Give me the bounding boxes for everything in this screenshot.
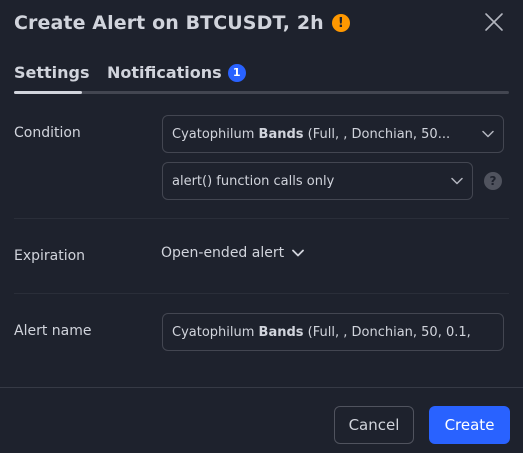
- warning-glyph: !: [337, 15, 344, 31]
- condition-label: Condition: [14, 125, 81, 141]
- alert-name-prefix: Cyatophilum: [172, 324, 259, 340]
- chevron-down-icon: [451, 177, 463, 185]
- expiration-dropdown[interactable]: Open-ended alert: [161, 245, 305, 261]
- alert-name-value: Cyatophilum Bands (Full, , Donchian, 50,…: [172, 325, 471, 340]
- dialog-header: Create Alert on BTCUSDT, 2h !: [14, 10, 350, 36]
- expiration-label: Expiration: [14, 248, 86, 264]
- tab-notifications[interactable]: Notifications 1: [107, 63, 246, 82]
- indicator-params: (Full, , Donchian, 50...: [303, 126, 451, 142]
- warning-icon[interactable]: !: [331, 14, 350, 32]
- alert-name-suffix: (Full, , Donchian, 50, 0.1,: [303, 324, 471, 340]
- condition-trigger-value: alert() function calls only: [172, 173, 335, 189]
- tab-bar: Settings Notifications 1: [14, 63, 246, 82]
- expiration-value: Open-ended alert: [161, 245, 285, 261]
- section-divider: [14, 293, 509, 294]
- alert-name-label: Alert name: [14, 323, 92, 339]
- chevron-down-icon: [482, 130, 494, 138]
- condition-indicator-value: Cyatophilum Bands (Full, , Donchian, 50.…: [172, 127, 482, 142]
- indicator-name-bold: Bands: [258, 126, 304, 142]
- footer-divider: [0, 387, 523, 388]
- notifications-count-badge: 1: [227, 63, 246, 82]
- create-button[interactable]: Create: [429, 406, 510, 444]
- tab-settings-label: Settings: [14, 63, 90, 82]
- tab-active-indicator: [14, 91, 82, 94]
- dialog-title: Create Alert on BTCUSDT, 2h: [14, 12, 324, 34]
- cancel-button[interactable]: Cancel: [334, 406, 414, 444]
- help-icon[interactable]: ?: [484, 172, 502, 190]
- alert-name-input[interactable]: Cyatophilum Bands (Full, , Donchian, 50,…: [162, 313, 504, 351]
- tab-track: [14, 91, 509, 94]
- section-divider: [14, 218, 509, 219]
- indicator-name: Cyatophilum: [172, 126, 259, 142]
- close-button[interactable]: [483, 11, 505, 33]
- close-icon: [485, 13, 503, 31]
- create-alert-dialog: Create Alert on BTCUSDT, 2h ! Settings N…: [0, 0, 523, 453]
- tab-settings[interactable]: Settings: [14, 63, 107, 82]
- help-glyph: ?: [489, 174, 497, 188]
- chevron-down-icon: [292, 249, 305, 257]
- condition-indicator-select[interactable]: Cyatophilum Bands (Full, , Donchian, 50.…: [162, 115, 504, 153]
- condition-trigger-select[interactable]: alert() function calls only: [162, 162, 473, 200]
- alert-name-bold: Bands: [258, 324, 304, 340]
- tab-notifications-label: Notifications: [107, 63, 222, 82]
